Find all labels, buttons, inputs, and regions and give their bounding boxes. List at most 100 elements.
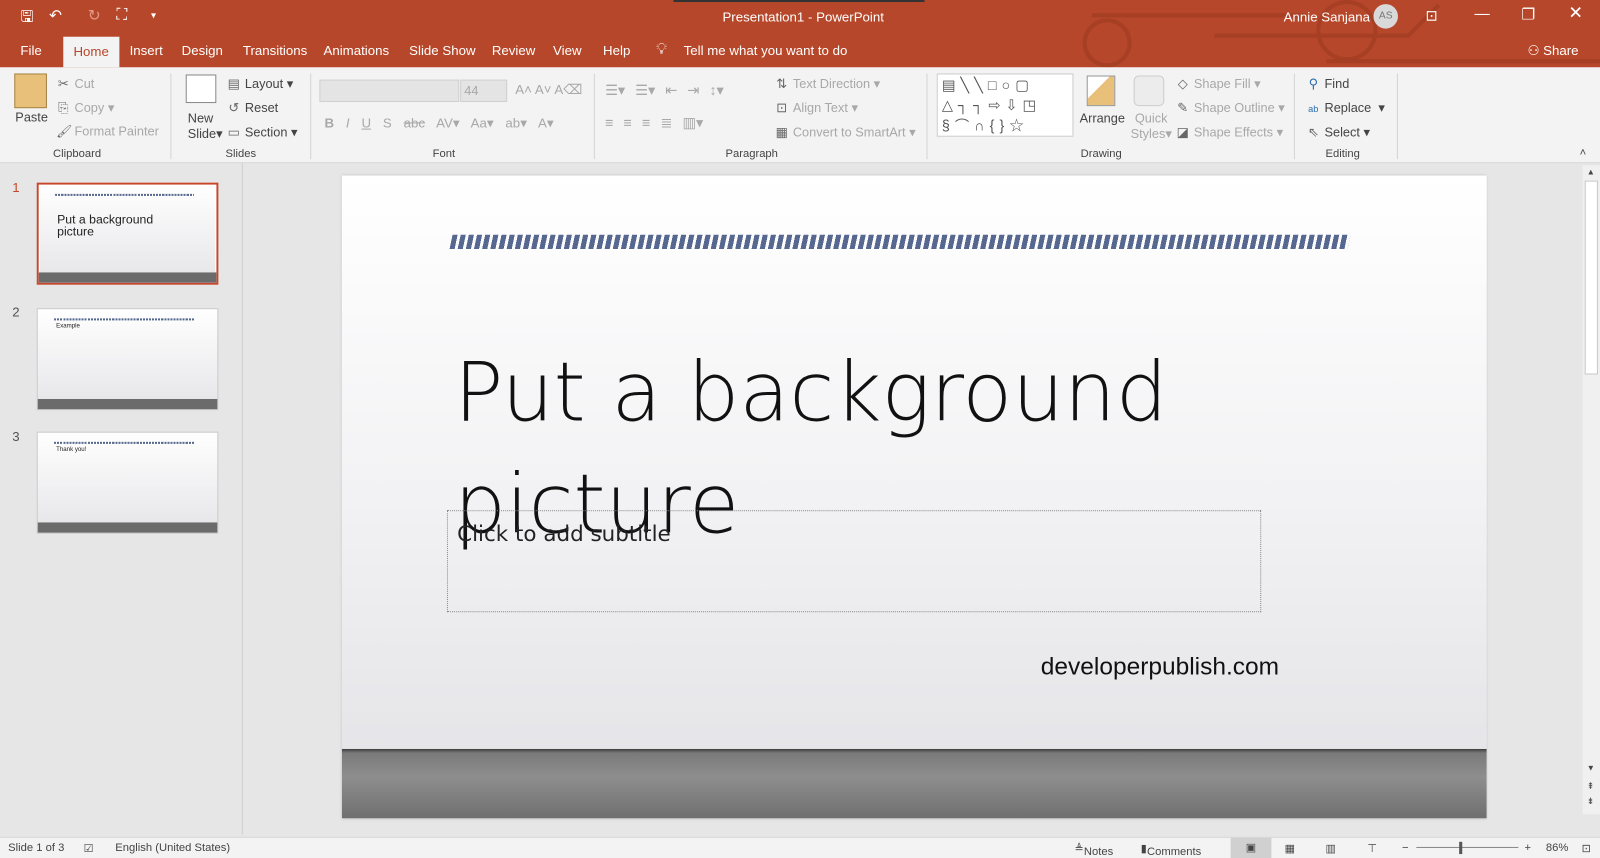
slide-number: 2 <box>12 304 20 320</box>
scrollbar-thumb[interactable] <box>1584 180 1598 375</box>
language-indicator[interactable]: English (United States) <box>115 842 230 854</box>
character-spacing-icon[interactable]: AV▾ <box>436 115 459 130</box>
comments-button[interactable]: ▮ Comments <box>1141 842 1201 858</box>
section-button[interactable]: ▭ Section ▾ <box>227 124 298 140</box>
strikethrough-icon[interactable]: abc <box>404 115 425 130</box>
customize-qat-icon[interactable]: ▾ <box>151 10 156 21</box>
quick-styles-button[interactable]: Quick Styles▾ <box>1131 111 1172 141</box>
paste-button[interactable]: Paste <box>15 110 48 124</box>
font-size-controls[interactable]: A˄ A˅ A⌫ <box>515 82 582 98</box>
format-painter-button[interactable]: 🖌︎ Format Painter <box>56 124 159 139</box>
zoom-slider[interactable] <box>1416 846 1519 848</box>
tab-insert[interactable]: Insert <box>130 43 163 58</box>
scroll-down-icon[interactable]: ▼ <box>1587 763 1595 772</box>
arrange-button[interactable]: Arrange <box>1080 111 1125 125</box>
font-format-controls[interactable]: B I U S abc AV▾ Aa▾ ab▾ A▾ <box>324 115 553 131</box>
slide-sorter-icon[interactable]: ▦ <box>1285 842 1296 855</box>
list-controls[interactable]: ☰▾ ☰▾ ⇤ ⇥ ↕▾ <box>605 82 724 99</box>
justify-icon[interactable]: ≣ <box>660 114 672 130</box>
spelling-icon[interactable]: ☑ <box>84 842 94 855</box>
font-size-combobox[interactable]: 44 <box>460 79 508 103</box>
share-button[interactable]: ⚇ Share <box>1528 43 1579 59</box>
cut-button[interactable]: ✂ Cut <box>56 76 94 91</box>
footer-text[interactable]: developerpublish.com <box>1041 653 1279 682</box>
convert-smartart-button[interactable]: ▦ Convert to SmartArt ▾ <box>774 124 916 140</box>
shapes-gallery[interactable]: ▤╲╲□○▢ △┐┐⇨⇩◳ §⌒∩{}☆ <box>936 73 1074 137</box>
bold-icon[interactable]: B <box>324 115 334 130</box>
close-icon[interactable]: ✕ <box>1568 3 1583 23</box>
new-slide-button[interactable]: New Slide▾ <box>188 111 223 141</box>
scroll-up-icon[interactable]: ▲ <box>1587 167 1595 176</box>
shadow-icon[interactable]: S <box>383 115 392 130</box>
ribbon-display-options-icon[interactable]: ⊡ <box>1425 7 1437 24</box>
subtitle-placeholder[interactable]: Click to add subtitle <box>446 510 1262 613</box>
tab-slide-show[interactable]: Slide Show <box>409 43 475 58</box>
reading-view-icon[interactable]: ▥ <box>1325 842 1336 855</box>
text-direction-button[interactable]: ⇅ Text Direction ▾ <box>774 76 880 91</box>
alignment-controls[interactable]: ≡ ≡ ≡ ≣ ▥▾ <box>605 114 703 131</box>
reset-button[interactable]: ↺ Reset <box>227 100 278 115</box>
normal-view-icon[interactable]: ▣ <box>1230 837 1272 858</box>
slide-thumbnail-3[interactable]: Thank you! <box>36 431 219 534</box>
tab-review[interactable]: Review <box>492 43 535 58</box>
avatar[interactable]: AS <box>1373 4 1398 29</box>
shrink-font-icon[interactable]: A˅ <box>535 82 552 97</box>
save-icon[interactable]: 🖫 <box>20 6 33 32</box>
clear-formatting-icon[interactable]: A⌫ <box>554 82 582 97</box>
center-icon[interactable]: ≡ <box>624 114 632 130</box>
vertical-scrollbar[interactable]: ▲ ▼ ⇞ ⇟ <box>1582 165 1600 815</box>
slide-canvas[interactable]: Put a background picture Click to add su… <box>341 175 1487 819</box>
tab-help[interactable]: Help <box>603 43 630 58</box>
bullets-icon[interactable]: ☰▾ <box>605 82 625 98</box>
font-name-combobox[interactable] <box>319 79 460 103</box>
select-button[interactable]: ⇖ Select ▾ <box>1306 124 1370 140</box>
underline-icon[interactable]: U <box>361 115 371 130</box>
tab-view[interactable]: View <box>553 43 582 58</box>
fit-slide-icon[interactable]: ⊡ <box>1582 842 1591 855</box>
shape-effects-button[interactable]: ◪ Shape Effects ▾ <box>1176 124 1283 140</box>
undo-icon[interactable]: ↶ <box>49 6 62 24</box>
tab-home[interactable]: Home <box>63 36 120 68</box>
slide-show-icon[interactable]: ⊤ <box>1367 842 1377 855</box>
redo-icon[interactable]: ↻ <box>88 6 101 24</box>
tab-design[interactable]: Design <box>182 43 223 58</box>
tab-animations[interactable]: Animations <box>323 43 389 58</box>
align-right-icon[interactable]: ≡ <box>642 114 650 130</box>
change-case-icon[interactable]: Aa▾ <box>471 115 494 130</box>
italic-icon[interactable]: I <box>346 115 350 130</box>
find-button[interactable]: ⚲ Find <box>1306 76 1350 91</box>
replace-label: Replace <box>1324 101 1372 116</box>
zoom-slider-thumb[interactable] <box>1459 841 1463 855</box>
previous-slide-icon[interactable]: ⇞ <box>1587 781 1595 792</box>
grow-font-icon[interactable]: A˄ <box>515 82 532 97</box>
align-left-icon[interactable]: ≡ <box>605 114 613 130</box>
shape-outline-button[interactable]: ✎ Shape Outline ▾ <box>1176 100 1284 115</box>
copy-button[interactable]: ⎘ Copy ▾ <box>56 100 114 116</box>
align-text-button[interactable]: ⊡ Align Text ▾ <box>774 100 858 115</box>
user-name[interactable]: Annie Sanjana <box>1284 9 1370 24</box>
zoom-in-icon[interactable]: + <box>1524 842 1531 854</box>
minimize-icon[interactable]: — <box>1474 5 1489 22</box>
highlight-icon[interactable]: ab▾ <box>505 115 526 130</box>
collapse-ribbon-icon[interactable]: ˄ <box>1580 147 1587 159</box>
layout-button[interactable]: ▤ Layout ▾ <box>227 76 293 91</box>
slide-thumbnail-2[interactable]: Example <box>36 308 219 411</box>
notes-button[interactable]: ≜ Notes <box>1074 842 1113 858</box>
slide-thumbnail-1[interactable]: Put a background picture <box>36 182 219 285</box>
tell-me-search[interactable]: Tell me what you want to do <box>684 43 848 58</box>
next-slide-icon[interactable]: ⇟ <box>1587 796 1595 807</box>
start-from-beginning-icon[interactable]: ⛶ <box>116 6 127 23</box>
tab-file[interactable]: File <box>20 43 41 58</box>
numbering-icon[interactable]: ☰▾ <box>635 82 655 98</box>
tab-transitions[interactable]: Transitions <box>243 43 307 58</box>
line-spacing-icon[interactable]: ↕▾ <box>709 82 723 98</box>
font-color-icon[interactable]: A▾ <box>538 115 554 130</box>
increase-indent-icon[interactable]: ⇥ <box>687 82 699 98</box>
zoom-out-icon[interactable]: − <box>1402 842 1409 854</box>
zoom-level[interactable]: 86% <box>1546 842 1568 854</box>
replace-button[interactable]: ab Replace ▾ <box>1306 100 1385 115</box>
shape-fill-button[interactable]: ◇ Shape Fill ▾ <box>1176 76 1261 91</box>
restore-icon[interactable]: ❐ <box>1521 5 1535 23</box>
decrease-indent-icon[interactable]: ⇤ <box>665 82 677 98</box>
columns-icon[interactable]: ▥▾ <box>682 114 703 130</box>
